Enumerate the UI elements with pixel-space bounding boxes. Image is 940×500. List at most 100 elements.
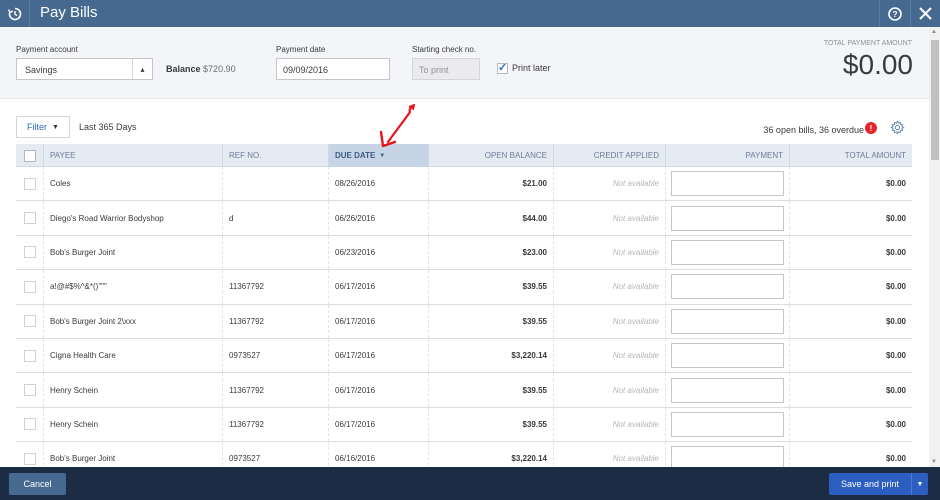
table-row: a!@#$%^&*()""" 11367792 06/17/2016 $39.55 No… — [16, 270, 912, 305]
payment-input[interactable] — [671, 377, 784, 403]
ref-no-cell: 11367792 — [222, 270, 328, 304]
row-select-cell — [16, 408, 43, 441]
table-settings-button[interactable] — [890, 120, 905, 140]
scrollbar-thumb[interactable] — [931, 40, 939, 160]
ref-no-cell: d — [222, 201, 328, 235]
print-later-checkbox[interactable]: ✓ — [497, 62, 508, 74]
total-payment-amount: $0.00 — [842, 49, 913, 80]
due-date-cell: 06/17/2016 — [328, 338, 428, 373]
row-select-cell — [16, 270, 43, 303]
table-row: Henry Schein 11367792 06/17/2016 $39.55 Not … — [16, 407, 912, 443]
caret-down-icon: ▼ — [916, 480, 924, 488]
ref-no-cell: 0973527 — [222, 338, 328, 373]
footer-bar: Cancel Save and print ▼ — [0, 467, 940, 500]
row-checkbox[interactable] — [23, 349, 36, 362]
total-amount-cell: $0.00 — [789, 167, 912, 201]
table-body: Coles 08/26/2016 $21.00 Not available $0.00 D… — [16, 167, 912, 477]
due-date-cell: 06/17/2016 — [328, 373, 428, 407]
history-button[interactable] — [0, 0, 30, 27]
due-date-cell: 06/17/2016 — [328, 304, 428, 338]
caret-down-icon: ▼ — [52, 123, 59, 131]
credit-applied-cell: Not available — [553, 167, 665, 201]
table-row: Bob's Burger Joint 06/23/2016 $23.00 Not av… — [16, 235, 912, 271]
payment-cell — [665, 373, 789, 407]
close-icon — [919, 7, 932, 20]
column-ref-no[interactable]: REF NO. — [222, 144, 328, 167]
row-checkbox[interactable] — [23, 418, 36, 431]
payment-cell — [665, 407, 789, 442]
cancel-button[interactable]: Cancel — [9, 473, 66, 495]
row-checkbox[interactable] — [23, 280, 36, 293]
ref-no-cell: 11367792 — [222, 304, 328, 338]
payment-input[interactable] — [671, 343, 784, 369]
row-select-cell — [16, 305, 43, 338]
open-balance-cell: $3,220.14 — [428, 338, 553, 373]
column-open-balance[interactable]: OPEN BALANCE — [428, 144, 553, 167]
payee-cell: Henry Schein — [43, 407, 222, 442]
select-all-cell — [16, 144, 43, 167]
scroll-up-icon[interactable]: ▲ — [931, 29, 937, 35]
column-payment[interactable]: PAYMENT — [665, 144, 789, 167]
payee-cell: Henry Schein — [43, 373, 222, 407]
gear-icon — [890, 120, 905, 135]
window-title: Pay Bills — [40, 4, 98, 21]
row-checkbox[interactable] — [23, 315, 36, 328]
save-options-dropdown[interactable]: ▼ — [911, 473, 928, 495]
payment-account-value: Savings — [25, 65, 58, 75]
payment-cell — [665, 201, 789, 235]
total-amount-cell: $0.00 — [789, 338, 912, 373]
payment-cell — [665, 235, 789, 270]
total-amount-cell: $0.00 — [789, 270, 912, 304]
row-select-cell — [16, 201, 43, 234]
filter-button[interactable]: Filter ▼ — [16, 116, 70, 138]
title-bar: Pay Bills ? — [0, 0, 940, 27]
payment-cell — [665, 304, 789, 338]
row-checkbox[interactable] — [23, 177, 36, 190]
row-checkbox[interactable] — [23, 384, 36, 397]
table-header: PAYEE REF NO. DUE DATE ▼ OPEN BALANCE CR… — [16, 144, 912, 167]
ref-no-cell — [222, 235, 328, 270]
payment-input[interactable] — [671, 308, 784, 334]
starting-check-input[interactable]: To print — [412, 58, 480, 80]
bills-table: PAYEE REF NO. DUE DATE ▼ OPEN BALANCE CR… — [16, 144, 912, 477]
payment-input[interactable] — [671, 171, 784, 197]
payment-input[interactable] — [671, 205, 784, 231]
total-amount-cell: $0.00 — [789, 373, 912, 407]
total-payment-label: TOTAL PAYMENT AMOUNT — [823, 40, 912, 47]
payment-date-input[interactable]: 09/09/2016 — [276, 58, 390, 80]
open-balance-cell: $39.55 — [428, 304, 553, 338]
credit-applied-cell: Not available — [553, 338, 665, 373]
payment-input[interactable] — [671, 274, 784, 300]
total-amount-cell: $0.00 — [789, 201, 912, 235]
row-checkbox[interactable] — [23, 246, 36, 259]
table-row: Diego's Road Warrior Bodyshop d 06/26/2016… — [16, 201, 912, 236]
scroll-down-icon[interactable]: ▼ — [931, 459, 937, 465]
credit-applied-cell: Not available — [553, 270, 665, 304]
column-credit-applied[interactable]: CREDIT APPLIED — [553, 144, 665, 167]
column-payee[interactable]: PAYEE — [43, 144, 222, 167]
row-checkbox[interactable] — [23, 452, 36, 465]
due-date-cell: 06/23/2016 — [328, 235, 428, 270]
column-total-amount[interactable]: TOTAL AMOUNT — [789, 144, 912, 167]
payment-input[interactable] — [671, 239, 784, 265]
open-balance-cell: $21.00 — [428, 167, 553, 201]
due-date-cell: 08/26/2016 — [328, 167, 428, 201]
help-button[interactable]: ? — [879, 0, 910, 27]
total-amount-cell: $0.00 — [789, 407, 912, 442]
balance-value: $720.90 — [203, 64, 236, 74]
payment-account-select[interactable]: Savings ▴ — [16, 58, 153, 80]
total-amount-cell: $0.00 — [789, 304, 912, 338]
select-all-checkbox[interactable] — [23, 149, 36, 162]
credit-applied-cell: Not available — [553, 201, 665, 235]
payment-input[interactable] — [671, 411, 784, 437]
save-and-print-button[interactable]: Save and print — [829, 473, 911, 495]
row-select-cell — [16, 339, 43, 372]
row-checkbox[interactable] — [23, 212, 36, 225]
select-arrows-icon: ▴ — [132, 59, 152, 79]
close-button[interactable] — [910, 0, 940, 27]
due-date-cell: 06/17/2016 — [328, 407, 428, 442]
due-date-cell: 06/26/2016 — [328, 201, 428, 235]
payee-cell: Coles — [43, 167, 222, 201]
account-balance: Balance $720.90 — [166, 64, 236, 74]
ref-no-cell: 11367792 — [222, 373, 328, 407]
